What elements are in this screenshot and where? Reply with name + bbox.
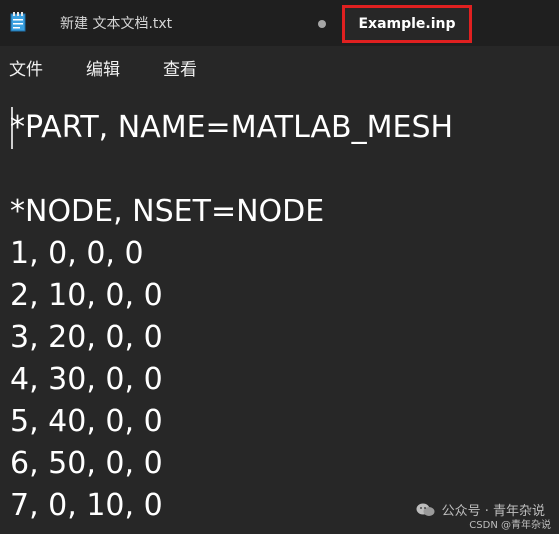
tab-label: 新建 文本文档.txt xyxy=(60,16,173,32)
notepad-icon xyxy=(10,12,26,32)
editor-line: 7, 0, 10, 0 xyxy=(10,488,163,523)
menu-bar: 文件 编辑 查看 xyxy=(0,46,559,88)
editor-line: *NODE, NSET=NODE xyxy=(10,194,325,229)
editor-line: 4, 30, 0, 0 xyxy=(10,362,163,397)
unsaved-dot-icon xyxy=(318,20,326,28)
tab-new-text-document[interactable]: 新建 文本文档.txt xyxy=(42,0,342,46)
menu-edit[interactable]: 编辑 xyxy=(77,55,120,80)
tab-example-inp[interactable]: Example.inp xyxy=(342,5,472,43)
editor-line: 6, 50, 0, 0 xyxy=(10,446,163,481)
menu-file[interactable]: 文件 xyxy=(0,55,43,80)
menu-view[interactable]: 查看 xyxy=(154,55,197,80)
tab-label: Example.inp xyxy=(358,16,456,32)
wechat-icon xyxy=(416,502,436,518)
editor-line: 1, 0, 0, 0 xyxy=(10,236,144,271)
notepad-window: 新建 文本文档.txt Example.inp 文件 编辑 查看 *PART, … xyxy=(0,0,559,534)
editor-line: 3, 20, 0, 0 xyxy=(10,320,163,355)
editor-line: *PART, NAME=MATLAB_MESH xyxy=(10,110,454,145)
editor-line: 2, 10, 0, 0 xyxy=(10,278,163,313)
tab-bar: 新建 文本文档.txt Example.inp xyxy=(0,0,559,46)
editor-line: 5, 40, 0, 0 xyxy=(10,404,163,439)
csdn-watermark: CSDN @青年杂说 xyxy=(469,520,551,531)
